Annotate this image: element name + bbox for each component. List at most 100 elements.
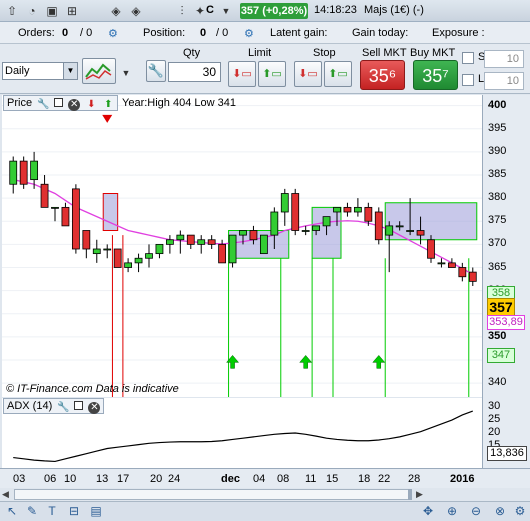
qty-label: Qty — [183, 47, 201, 59]
position-count: 0 — [200, 27, 207, 39]
price-tick-label: 365 — [488, 260, 507, 273]
year-range-info: Year:High 404 Low 341 — [122, 97, 236, 109]
scroll-left-icon[interactable]: ◀ — [2, 489, 9, 500]
price-tick-label: 400 — [488, 98, 507, 111]
lock-icon[interactable]: ▣ — [44, 3, 60, 19]
candle-body — [333, 206, 341, 213]
gear-icon[interactable]: ⚙ — [108, 27, 118, 40]
sell-mkt-label: Sell MKT — [362, 47, 407, 59]
price-tick-label: 350 — [488, 329, 507, 342]
candle-body — [92, 248, 101, 255]
scroll-right-icon[interactable]: ▶ — [416, 489, 423, 500]
date-tick-label: 22 — [378, 473, 391, 485]
chevron-down-icon[interactable]: ▼ — [63, 63, 77, 79]
limit-label: Limit — [248, 47, 272, 59]
date-tick-label: 03 — [13, 473, 26, 485]
scroll-track[interactable] — [14, 489, 412, 500]
candle-body — [416, 230, 425, 236]
zoom-out-icon[interactable]: ⊖ — [468, 503, 484, 519]
adx-tick-label: 25 — [488, 413, 501, 426]
chevron-down-icon[interactable]: ▼ — [218, 3, 234, 19]
price-tick-label: 340 — [488, 376, 507, 389]
candle-body — [186, 234, 195, 245]
candle-body — [207, 239, 216, 245]
candle-body — [437, 262, 446, 265]
gain-today-label: Gain today: — [352, 27, 409, 39]
exposure-label: Exposure : — [432, 27, 485, 39]
candle-body — [374, 211, 383, 241]
zoom-in-icon[interactable]: ⊕ — [444, 503, 460, 519]
candle-body — [197, 239, 206, 245]
close-icon[interactable]: ✕ — [68, 99, 81, 111]
stop-buy-button[interactable]: ⬆▭ — [324, 61, 352, 87]
pan-icon[interactable]: ✥ — [420, 503, 436, 519]
limit-buy-button[interactable]: ⬆▭ — [258, 61, 286, 87]
gear-icon[interactable]: ⚙ — [244, 27, 254, 40]
up-arrow-icon[interactable]: ⇧ — [4, 3, 20, 19]
bell-icon[interactable]: ◔ — [24, 3, 40, 19]
bars-icon[interactable]: ⫶ — [174, 3, 190, 19]
orders-total: / 0 — [80, 27, 93, 39]
scroll-thumb[interactable] — [408, 489, 412, 500]
layers-icon[interactable]: ▤ — [88, 503, 104, 519]
close-icon[interactable]: ✕ — [88, 402, 101, 414]
candle-body — [134, 257, 143, 264]
price-tick-label: 370 — [488, 237, 507, 250]
text-icon[interactable]: T — [44, 503, 60, 519]
chart-style-icon — [85, 63, 112, 80]
buy-market-button[interactable]: 35⁷ — [413, 60, 458, 90]
clock-time: 14:18:23 — [314, 4, 357, 16]
candle-body — [30, 160, 39, 181]
price-chart-pane[interactable] — [2, 95, 482, 397]
candle-body — [19, 160, 28, 185]
wrench-icon[interactable]: 🔧 — [146, 60, 166, 82]
l-checkbox[interactable] — [462, 74, 474, 86]
date-tick-label: 08 — [277, 473, 290, 485]
wrench-icon[interactable]: 🔧 — [57, 402, 69, 414]
candle-body — [176, 234, 185, 241]
move-down-icon[interactable]: ⬇ — [85, 99, 97, 111]
stop-label: Stop — [313, 47, 336, 59]
date-tick-label: 17 — [117, 473, 130, 485]
stop-sell-button[interactable]: ⬇▭ — [294, 61, 322, 87]
candle-body — [364, 206, 373, 222]
candle-body — [312, 225, 321, 231]
candle-body — [71, 188, 80, 250]
candle-body — [40, 183, 49, 208]
price-tick-label: 380 — [488, 191, 507, 204]
limit-sell-button[interactable]: ⬇▭ — [228, 61, 256, 87]
l-value-input[interactable]: 10 — [484, 72, 524, 90]
zoom-reset-icon[interactable]: ⊗ — [492, 503, 508, 519]
move-up-icon[interactable]: ⬆ — [102, 99, 114, 111]
wrench-icon[interactable]: 🔧 — [37, 99, 49, 111]
qty-input[interactable]: 30 — [168, 62, 221, 82]
candle-body — [103, 248, 112, 251]
cursor-icon[interactable]: ↖ — [4, 503, 20, 519]
candle-body — [395, 225, 404, 228]
position-total: / 0 — [216, 27, 229, 39]
tag-icon[interactable]: ◈ — [108, 3, 124, 19]
price-chart[interactable] — [2, 95, 482, 397]
chart-style-button[interactable] — [82, 58, 116, 84]
price-tick-label: 395 — [488, 121, 507, 134]
adx-pane-title: ADX (14) 🔧 ✕ — [3, 398, 105, 414]
chevron-down-icon[interactable]: ▼ — [118, 65, 134, 81]
timeframe-select[interactable]: Daily ▼ — [2, 62, 78, 80]
adx-line — [13, 410, 473, 463]
grid-icon[interactable]: ⊞ — [64, 3, 80, 19]
settings-icon[interactable]: ⚙ — [512, 503, 528, 519]
c-label: C — [206, 4, 214, 16]
ruler-icon[interactable]: ⊟ — [66, 503, 82, 519]
s-checkbox[interactable] — [462, 52, 474, 64]
current-price-marker: 357 — [487, 298, 515, 316]
tag2-icon[interactable]: ◈ — [128, 3, 144, 19]
sell-market-button[interactable]: 35⁶ — [360, 60, 405, 90]
candle-body — [468, 271, 477, 282]
pencil-icon[interactable]: ✎ — [24, 503, 40, 519]
price-change-badge: 357 (+0,28%) — [240, 3, 308, 19]
candle-body — [343, 206, 352, 213]
s-value-input[interactable]: 10 — [484, 50, 524, 68]
maximize-icon[interactable] — [74, 401, 84, 410]
maximize-icon[interactable] — [54, 98, 64, 107]
candle-body — [301, 230, 310, 232]
